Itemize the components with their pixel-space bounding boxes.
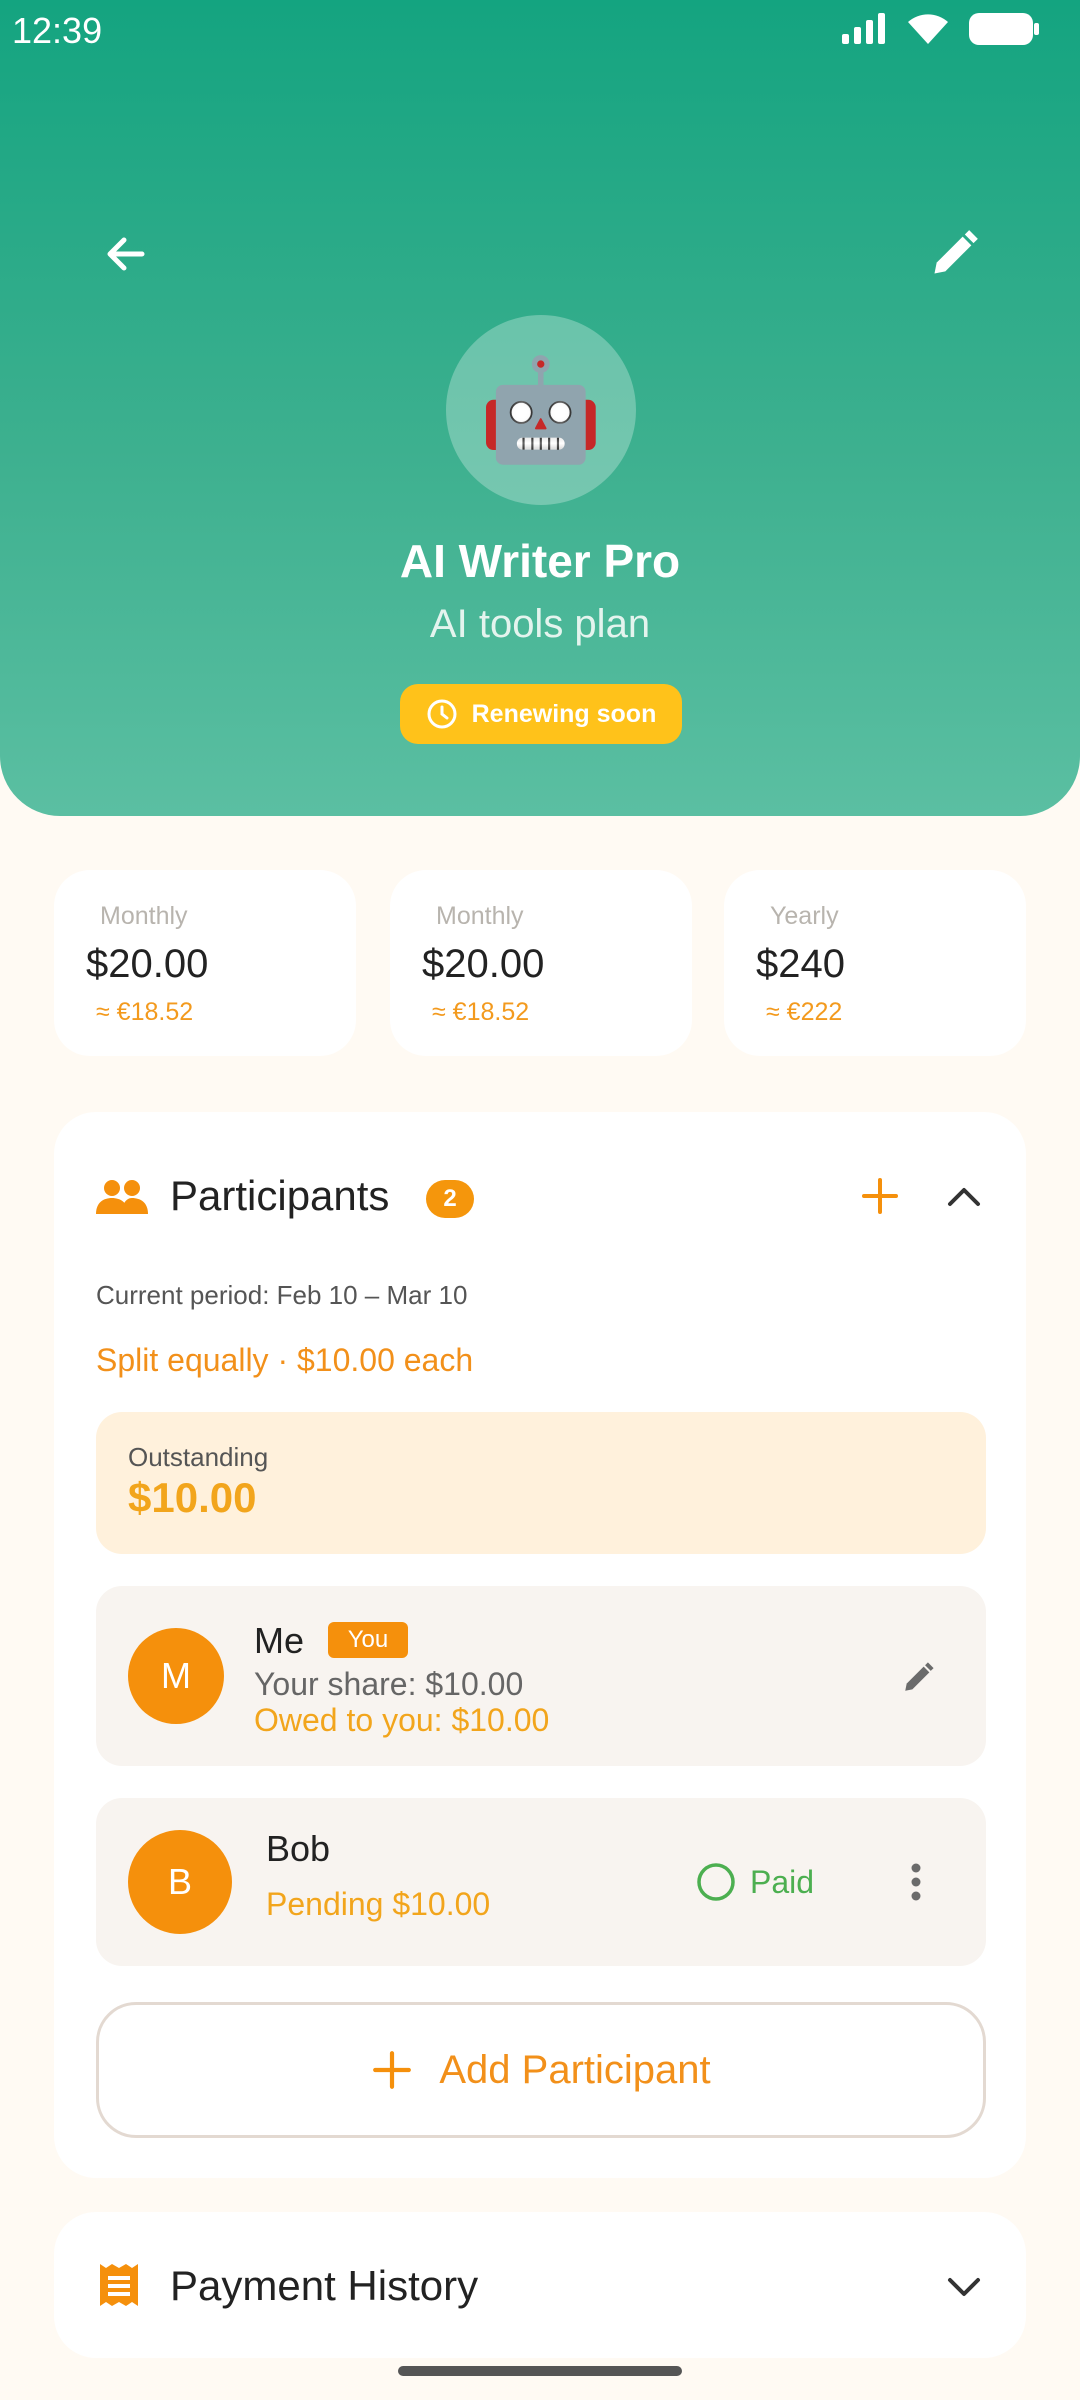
signal-icon [840,12,888,46]
participant-more-button[interactable] [896,1856,936,1908]
expand-payment-history-button[interactable] [934,2256,994,2316]
renewal-status-badge: Renewing soon [400,684,682,744]
outstanding-box: Outstanding $10.00 [96,1412,986,1554]
price-card-monthly-2: Monthly $20.00 ≈ €18.52 [390,870,692,1056]
edit-subscription-button[interactable] [920,220,988,288]
arrow-left-icon [107,237,145,271]
participant-owed: Owed to you: $10.00 [254,1702,550,1738]
more-vertical-icon [911,1863,921,1901]
participants-card: Participants 2 Current period: Feb 10 – … [54,1112,1026,2178]
participant-row-me: M Me You Your share: $10.00 Owed to you:… [96,1586,986,1766]
chevron-up-icon [948,1188,980,1206]
home-indicator[interactable] [398,2366,682,2376]
renewal-status-text: Renewing soon [471,699,657,728]
outstanding-label: Outstanding [128,1442,269,1472]
split-info: Split equally · $10.00 each [96,1342,474,1378]
participant-share: Your share: $10.00 [254,1666,524,1702]
price-card-yearly: Yearly $240 ≈ €222 [724,870,1026,1056]
plus-icon [373,2051,412,2089]
avatar: B [128,1830,232,1934]
you-badge: You [328,1622,408,1658]
add-participant-icon-button[interactable] [850,1166,910,1226]
receipt-icon [98,2262,140,2313]
price-card-monthly: Monthly $20.00 ≈ €18.52 [54,870,356,1056]
pencil-icon [934,230,978,274]
participants-title: Participants [170,1172,390,1219]
price-converted: ≈ €18.52 [432,998,530,1026]
payment-history-title: Payment History [170,2262,479,2309]
participant-pending: Pending $10.00 [266,1886,491,1922]
status-icons [840,12,1040,46]
plus-icon [862,1178,898,1214]
people-icon [96,1178,148,1221]
mark-paid-button[interactable]: Paid [696,1858,814,1906]
status-bar: 12:39 [0,0,1080,64]
price-converted: ≈ €222 [766,998,843,1026]
participant-row-bob: B Bob Pending $10.00 Paid [96,1798,986,1966]
payment-history-card[interactable]: Payment History [54,2212,1026,2358]
app-icon-avatar: 🤖 [446,315,636,505]
price-converted: ≈ €18.52 [96,998,194,1026]
participant-name: Bob [266,1828,331,1869]
add-participant-label: Add Participant [439,2047,711,2092]
robot-icon: 🤖 [478,353,604,466]
subscription-detail-screen: 12:39 🤖 AI Writer Pro AI tools plan Rene… [0,0,1080,2400]
status-time: 12:39 [12,10,103,51]
price-amount: $20.00 [86,942,209,986]
outstanding-value: $10.00 [128,1474,257,1521]
avatar: M [128,1628,224,1724]
back-button[interactable] [92,220,160,288]
participants-count-badge: 2 [426,1180,474,1218]
wifi-icon [906,12,950,46]
edit-share-button[interactable] [894,1654,942,1702]
header: 12:39 🤖 AI Writer Pro AI tools plan Rene… [0,0,1080,816]
participant-name: Me [254,1620,305,1661]
subscription-title: AI Writer Pro [399,535,681,587]
clock-icon [427,699,457,729]
paid-label: Paid [750,1863,815,1900]
battery-icon [968,12,1040,46]
chevron-down-icon [948,2278,980,2296]
price-period-label: Monthly [100,902,188,930]
price-amount: $240 [756,942,845,986]
circle-outline-icon [697,1863,735,1901]
subscription-plan: AI tools plan [429,602,651,646]
price-period-label: Monthly [436,902,524,930]
price-period-label: Yearly [770,902,839,930]
add-participant-button[interactable]: Add Participant [96,2002,986,2138]
pencil-icon [905,1662,934,1691]
current-period: Current period: Feb 10 – Mar 10 [96,1280,468,1310]
price-amount: $20.00 [422,942,545,986]
collapse-participants-button[interactable] [934,1166,994,1226]
